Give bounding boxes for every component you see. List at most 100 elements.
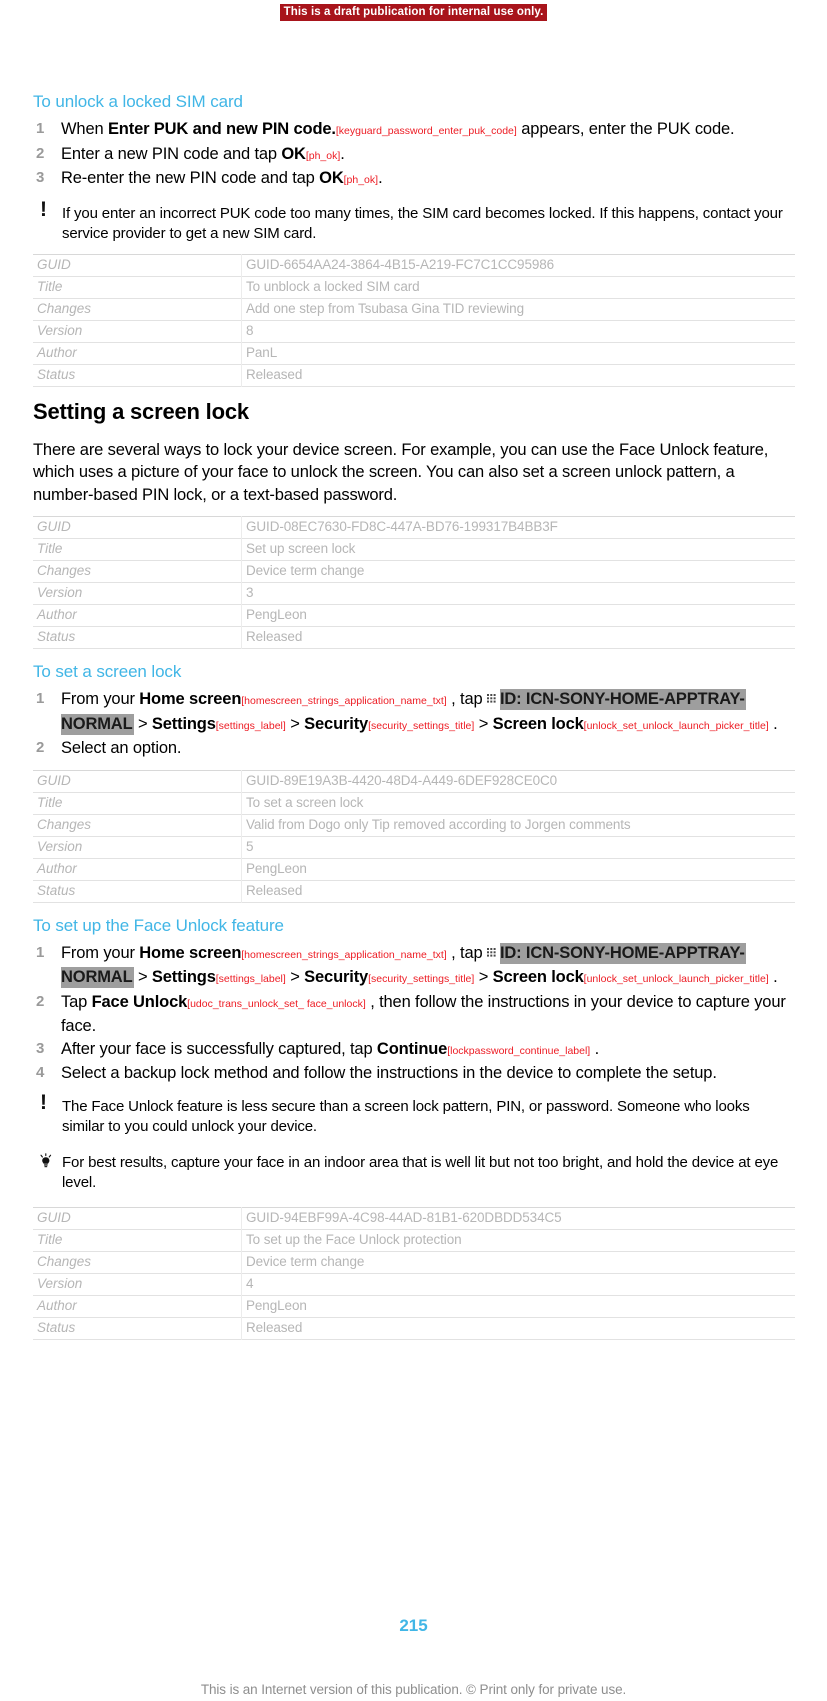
- ui-label: Screen lock: [492, 714, 584, 733]
- page-footer: 215 This is an Internet version of this …: [0, 1616, 827, 1701]
- meta-value: GUID-89E19A3B-4420-48D4-A449-6DEF928CE0C…: [246, 772, 558, 788]
- step-text-part: Select a backup lock method and follow t…: [61, 1064, 717, 1082]
- ui-label: Settings: [151, 968, 216, 986]
- table-row: GUID GUID-89E19A3B-4420-48D4-A449-6DEF928…: [33, 770, 795, 792]
- table-row: Author PengLeon: [33, 1295, 795, 1317]
- meta-key: Author: [33, 1295, 242, 1317]
- step-text-part: appears, enter the PUK code.: [516, 120, 735, 138]
- breadcrumb-separator: >: [133, 714, 152, 733]
- meta-value: GUID-08EC7630-FD8C-447A-BD76-199317B4BB3…: [246, 519, 558, 534]
- meta-key: GUID: [33, 1207, 242, 1229]
- meta-key: Changes: [33, 298, 242, 320]
- table-row: Author PanL: [33, 342, 795, 364]
- breadcrumb-separator: >: [285, 968, 305, 986]
- ui-label: Security: [304, 714, 369, 733]
- table-row: Status Released: [33, 364, 795, 386]
- step-text-part: After your face is successfully captured…: [61, 1039, 377, 1058]
- app-tray-grid-icon: [486, 689, 499, 703]
- metadata-table-unlock-sim: GUID GUID-6654AA24-3864-4B15-A219-FC7C1CC…: [33, 254, 795, 387]
- table-row: Author PengLeon: [33, 858, 795, 880]
- step-item: From your Home screen[homescreen_strings…: [33, 688, 795, 737]
- meta-key: Changes: [33, 814, 242, 836]
- page-number: 215: [399, 1616, 428, 1635]
- table-row: Version 5: [33, 836, 795, 858]
- meta-value: Released: [246, 366, 303, 382]
- meta-value: PengLeon: [246, 607, 307, 622]
- meta-value: 5: [246, 838, 254, 854]
- meta-value: Released: [246, 629, 303, 644]
- note-face-unlock: ! The Face Unlock feature is less secure…: [33, 1092, 795, 1137]
- string-id: [security_settings_title]: [368, 719, 475, 732]
- meta-value: Released: [246, 1319, 303, 1335]
- metadata-table-screen-lock: GUID GUID-08EC7630-FD8C-447A-BD76-199317B…: [33, 516, 795, 649]
- meta-key: Version: [33, 582, 242, 605]
- metadata-table-set-screen-lock: GUID GUID-89E19A3B-4420-48D4-A449-6DEF928…: [33, 770, 795, 903]
- step-text-part: .: [590, 1039, 600, 1058]
- string-id: [settings_label]: [215, 973, 286, 985]
- meta-value: 4: [246, 1275, 254, 1291]
- draft-banner: This is a draft publication for internal…: [279, 4, 548, 21]
- meta-key: Version: [33, 836, 242, 858]
- breadcrumb-separator: >: [474, 714, 493, 733]
- string-id: [homescreen_strings_application_name_txt…: [241, 948, 447, 961]
- exclamation-icon: !: [40, 197, 47, 221]
- steps-face-unlock: From your Home screen[homescreen_strings…: [33, 942, 795, 1085]
- meta-key: Title: [33, 792, 242, 814]
- string-id: [ph_ok]: [305, 149, 341, 162]
- meta-value: 8: [246, 322, 254, 338]
- step-text-part: Select an option.: [61, 739, 182, 757]
- meta-value: GUID-6654AA24-3864-4B15-A219-FC7C1CC9598…: [246, 256, 555, 272]
- meta-key: Version: [33, 1273, 242, 1295]
- table-row: Title To unblock a locked SIM card: [33, 276, 795, 298]
- step-item: From your Home screen[homescreen_strings…: [33, 942, 795, 991]
- table-row: Author PengLeon: [33, 604, 795, 627]
- meta-key: Changes: [33, 1251, 242, 1273]
- meta-value: PengLeon: [246, 860, 307, 876]
- step-text-part: When: [61, 120, 108, 138]
- meta-value: To unblock a locked SIM card: [246, 278, 420, 294]
- string-id: [settings_label]: [215, 719, 286, 732]
- meta-value: To set a screen lock: [246, 794, 364, 810]
- procedure-title-unlock-sim: To unlock a locked SIM card: [33, 92, 243, 111]
- section-title-setting-screen-lock: Setting a screen lock: [33, 398, 249, 424]
- ui-label: Screen lock: [492, 968, 584, 986]
- step-text-part: From your: [61, 690, 140, 708]
- app-tray-grid-icon: [486, 943, 499, 957]
- step-text-part: .: [768, 968, 778, 986]
- table-row: Title Set up screen lock: [33, 538, 795, 561]
- step-item: Tap Face Unlock[udoc_trans_unlock_set_ f…: [33, 991, 795, 1038]
- meta-value: Add one step from Tsubasa Gina TID revie…: [246, 300, 524, 316]
- string-id: [lockpassword_continue_label]: [447, 1044, 591, 1057]
- table-row: Title To set up the Face Unlock protectio…: [33, 1229, 795, 1251]
- step-text-part: .: [340, 144, 345, 163]
- meta-value: Device term change: [246, 563, 365, 578]
- meta-key: Author: [33, 342, 242, 364]
- ui-label: Continue: [376, 1039, 448, 1058]
- section-body-screen-lock: There are several ways to lock your devi…: [33, 440, 769, 504]
- table-row: Changes Device term change: [33, 560, 795, 583]
- note-puk: ! If you enter an incorrect PUK code too…: [33, 199, 795, 244]
- note-text: The Face Unlock feature is less secure t…: [62, 1097, 750, 1135]
- step-text-part: .: [378, 169, 383, 187]
- meta-key: Changes: [33, 560, 242, 583]
- ui-label: Home screen: [139, 690, 242, 708]
- table-row: Version 8: [33, 320, 795, 342]
- step-item: Re-enter the new PIN code and tap OK[ph_…: [33, 167, 795, 192]
- ui-label: Home screen: [139, 943, 242, 962]
- breadcrumb-separator: >: [285, 714, 305, 733]
- lightbulb-icon: [37, 1152, 55, 1171]
- step-text-part: , tap: [446, 690, 487, 708]
- procedure-title-set-screen-lock: To set a screen lock: [33, 662, 182, 681]
- meta-key: Title: [33, 276, 242, 298]
- steps-set-screen-lock: From your Home screen[homescreen_strings…: [33, 688, 795, 760]
- meta-key: Title: [33, 538, 242, 561]
- meta-value: Device term change: [246, 1253, 365, 1269]
- ui-label: OK: [281, 144, 306, 163]
- exclamation-icon: !: [40, 1090, 47, 1114]
- meta-key: GUID: [33, 516, 242, 539]
- table-row: GUID GUID-6654AA24-3864-4B15-A219-FC7C1CC…: [33, 254, 795, 276]
- meta-key: Status: [33, 364, 242, 386]
- meta-key: Version: [33, 320, 242, 342]
- step-text-part: Tap: [61, 992, 92, 1011]
- table-row: Changes Add one step from Tsubasa Gina TI…: [33, 298, 795, 320]
